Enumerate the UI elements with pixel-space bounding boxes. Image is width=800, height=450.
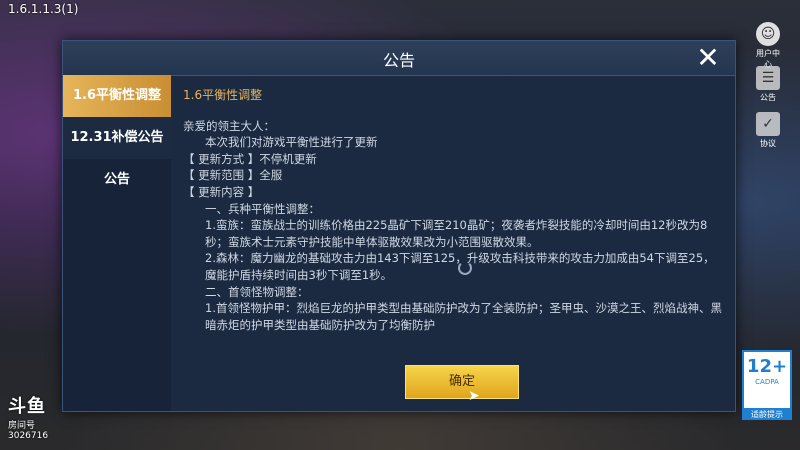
notice-button[interactable]: ☰ 公告 [754,66,782,103]
content-line: 【 更新内容 】 [183,184,260,199]
close-icon: ✕ [696,41,720,74]
close-button[interactable]: ✕ [693,43,723,73]
clipboard-icon: ✓ [756,112,780,136]
content-line: 1.蛮族：蛮族战士的训练价格由225晶矿下调至210晶矿；夜袭者炸裂技能的冷却时… [205,218,708,249]
user-center-button[interactable]: ☺ 用户中心 [754,22,782,70]
age-rating-badge: 12+ CADPA 适龄提示 [742,350,792,420]
dialog-header: 公告 ✕ [63,41,735,76]
room-label: 房间号 [8,421,36,431]
agreement-label: 协议 [760,139,776,148]
content-line: 【 更新方式 】不停机更新 [183,151,317,166]
content-heading: 1.6平衡性调整 [183,88,263,102]
announcement-dialog: 公告 ✕ 1.6平衡性调整 12.31补偿公告 公告 1.6平衡性调整 亲爱的领… [62,40,736,412]
tab-notice[interactable]: 公告 [63,159,171,201]
mouse-cursor-icon: ➤ [468,388,480,404]
rating-org: CADPA [755,378,779,386]
content-line: 1.首领怪物护甲：烈焰巨龙的护甲类型由基础防护改为了全装防护；圣甲虫、沙漠之王、… [205,301,722,332]
content-line: 一、兵种平衡性调整： [205,201,320,216]
content-line: 二、首领怪物调整： [205,284,309,299]
confirm-button[interactable]: 确定 [405,365,519,399]
content-line: 2.森林：魔力幽龙的基础攻击力由143下调至125，升级攻击科技带来的攻击力加成… [205,251,715,282]
announcement-content: 1.6平衡性调整 亲爱的领主大人： 本次我们对游戏平衡性进行了更新 【 更新方式… [183,87,723,387]
tab-compensation[interactable]: 12.31补偿公告 [63,117,171,159]
content-line: 本次我们对游戏平衡性进行了更新 [205,135,378,150]
document-icon: ☰ [756,66,780,90]
version-label: 1.6.1.1.3(1) [8,2,79,16]
tab-list: 1.6平衡性调整 12.31补偿公告 公告 [63,75,171,411]
age-rating: 12+ [746,356,788,377]
loading-spinner-icon [458,261,472,275]
douyu-logo: 斗鱼 [8,396,46,417]
douyu-watermark: 斗鱼 房间号 3026716 [8,392,48,441]
user-icon: ☺ [756,22,780,46]
greeting-line: 亲爱的领主大人： [183,118,275,133]
dialog-title: 公告 [382,51,415,70]
agreement-button[interactable]: ✓ 协议 [754,112,782,149]
room-id: 3026716 [8,431,49,441]
tab-balance[interactable]: 1.6平衡性调整 [63,75,171,117]
content-line: 【 更新范围 】全服 [183,168,283,183]
age-tip: 适龄提示 [742,409,792,420]
notice-label: 公告 [760,93,776,102]
